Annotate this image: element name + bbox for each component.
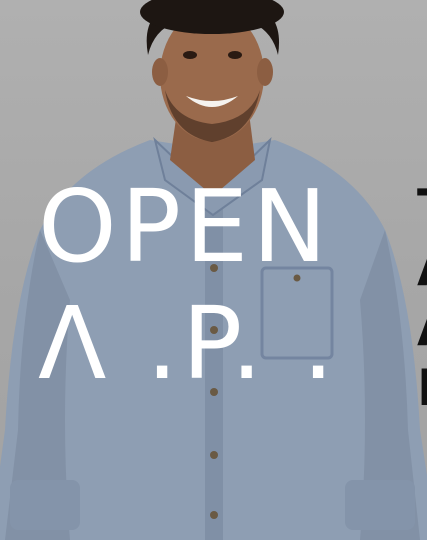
left-eye: [183, 51, 197, 59]
logo-line-1: OPEN: [38, 168, 332, 285]
right-cuff: [345, 480, 415, 530]
right-ear: [257, 58, 273, 86]
cropped-text-line-1: T: [417, 178, 427, 238]
right-eye: [228, 51, 242, 59]
left-cuff: [10, 480, 80, 530]
left-ear: [152, 58, 168, 86]
cropped-text-line-2: A: [417, 238, 427, 298]
photo-canvas: OPEN Λ .P. . T A A I: [0, 0, 427, 540]
cropped-text-line-3: A: [417, 298, 427, 358]
cropped-text-line-4: I: [417, 359, 427, 417]
cropped-side-text: T A A I: [417, 178, 427, 418]
logo-line-2: Λ .P. .: [38, 285, 339, 402]
